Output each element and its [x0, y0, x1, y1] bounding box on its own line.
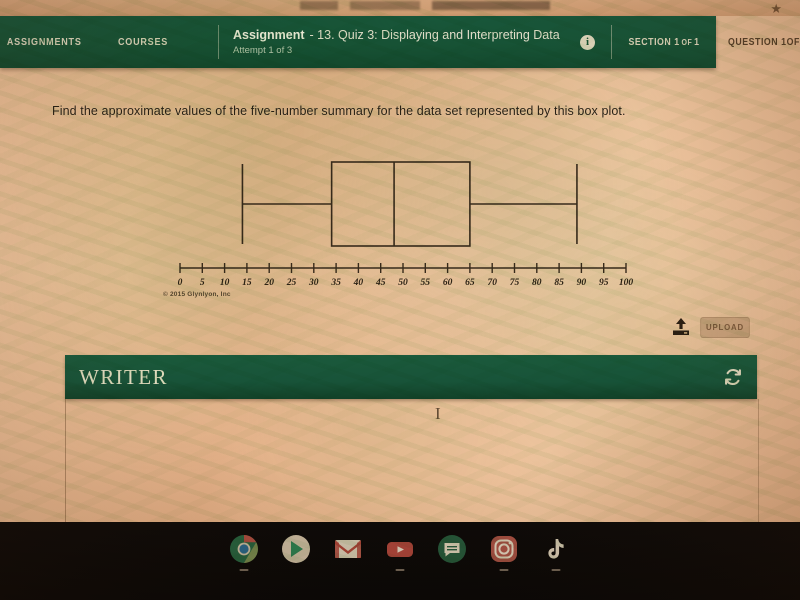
- chrome-icon[interactable]: [229, 534, 259, 571]
- upload-controls[interactable]: UPLOAD: [670, 316, 752, 338]
- assignment-title-row: Assignment - 13. Quiz 3: Displaying and …: [233, 28, 580, 42]
- svg-text:50: 50: [398, 278, 408, 288]
- svg-text:70: 70: [487, 278, 497, 288]
- info-glyph: i: [585, 36, 590, 48]
- svg-text:30: 30: [308, 278, 319, 288]
- svg-text:35: 35: [330, 278, 341, 288]
- box-plot-svg: 0 5 10 15 20 25 30 35 40 45 50 55 60 65 70 75 80 85 90 95 10…: [178, 161, 634, 288]
- upload-button[interactable]: UPLOAD: [700, 316, 750, 338]
- svg-text:5: 5: [200, 278, 205, 288]
- upload-icon[interactable]: [670, 316, 692, 338]
- section-of: OF: [681, 37, 693, 47]
- instagram-running-dot: [499, 569, 509, 571]
- assignment-label: Assignment: [233, 28, 305, 42]
- nav-item-courses[interactable]: COURSES: [118, 16, 204, 68]
- tiktok-running-dot: [551, 569, 561, 571]
- address-bar[interactable]: [300, 1, 550, 10]
- refresh-icon[interactable]: [723, 367, 743, 387]
- svg-text:75: 75: [510, 278, 520, 288]
- nav-courses-label: COURSES: [118, 36, 169, 48]
- assignment-info: Assignment - 13. Quiz 3: Displaying and …: [219, 16, 580, 68]
- screen-photo: ★ ASSIGNMENTS COURSES Assignment - 13. Q…: [0, 0, 800, 600]
- box-plot-figure: 0 5 10 15 20 25 30 35 40 45 50 55 60 65 70 75 80 85 90 95 10…: [168, 150, 638, 310]
- svg-text:95: 95: [599, 278, 609, 288]
- section-total: 1: [694, 36, 700, 48]
- bookmark-star-icon[interactable]: ★: [770, 1, 782, 16]
- question-prompt: Find the approximate values of the five-…: [52, 104, 626, 118]
- upload-button-label: UPLOAD: [705, 322, 744, 332]
- question-of: OF: [786, 36, 800, 48]
- header-divider-right: [611, 25, 612, 59]
- text-cursor: I: [435, 404, 441, 423]
- gmail-icon[interactable]: [333, 534, 363, 564]
- writer-title: WRITER: [79, 364, 168, 389]
- question-prefix: QUESTION: [728, 36, 779, 48]
- attempt-counter: Attempt 1 of 3: [233, 45, 293, 56]
- assignment-name: - 13. Quiz 3: Displaying and Interpretin…: [309, 28, 560, 42]
- instagram-icon[interactable]: [489, 534, 519, 571]
- svg-text:20: 20: [263, 278, 274, 288]
- writer-textarea[interactable]: I: [65, 399, 759, 522]
- tiktok-icon[interactable]: [541, 534, 571, 571]
- youtube-icon[interactable]: [385, 534, 415, 571]
- nav-assignments-label: ASSIGNMENTS: [6, 36, 82, 48]
- svg-text:80: 80: [532, 278, 542, 288]
- info-icon[interactable]: i: [580, 34, 595, 50]
- svg-text:10: 10: [220, 278, 230, 288]
- section-prefix: SECTION: [628, 36, 672, 48]
- svg-text:60: 60: [443, 278, 453, 288]
- play-store-icon[interactable]: [281, 534, 311, 564]
- svg-text:85: 85: [554, 278, 564, 288]
- svg-text:0: 0: [178, 278, 183, 288]
- section-current: 1: [674, 36, 680, 48]
- svg-text:100: 100: [619, 278, 634, 288]
- copyright-notice: © 2015 Glynlyon, Inc: [163, 291, 231, 298]
- svg-text:40: 40: [353, 278, 364, 288]
- svg-text:25: 25: [286, 278, 297, 288]
- taskbar: [0, 522, 800, 600]
- question-counter: QUESTION 1OF14: [728, 16, 800, 68]
- youtube-running-dot: [395, 569, 405, 571]
- svg-text:55: 55: [421, 278, 431, 288]
- svg-text:90: 90: [577, 278, 587, 288]
- writer-header: WRITER: [65, 355, 757, 399]
- svg-text:65: 65: [465, 278, 475, 288]
- nav-item-assignments[interactable]: ASSIGNMENTS: [0, 16, 101, 68]
- messages-icon[interactable]: [437, 534, 467, 564]
- browser-toolbar: ★: [0, 0, 800, 16]
- section-counter: SECTION 1 OF 1: [618, 16, 710, 68]
- chrome-running-dot: [239, 569, 249, 571]
- svg-text:15: 15: [242, 278, 252, 288]
- svg-text:45: 45: [375, 278, 386, 288]
- app-header: ASSIGNMENTS COURSES Assignment - 13. Qui…: [0, 16, 716, 68]
